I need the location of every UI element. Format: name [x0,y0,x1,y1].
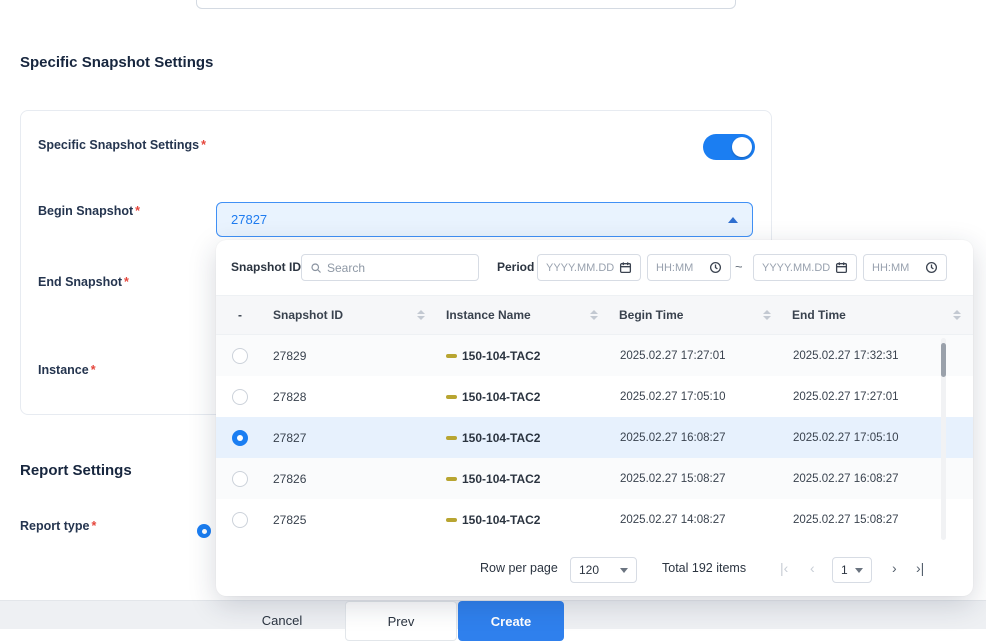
cancel-button[interactable]: Cancel [240,600,324,640]
cell-snapshot-id: 27827 [264,431,437,445]
cell-begin-time: 2025.02.27 16:08:27 [610,432,783,444]
section-title-snapshot: Specific Snapshot Settings [20,54,213,71]
toggle-knob [732,137,752,157]
period-start-time-input[interactable]: HH:MM [647,254,731,281]
required-marker: * [91,363,96,377]
begin-snapshot-select[interactable]: 27827 [216,202,753,237]
row-radio[interactable] [232,389,248,405]
range-separator: ~ [735,259,743,274]
instance-status-icon [446,518,457,522]
period-end-time-input[interactable]: HH:MM [863,254,947,281]
sort-icon[interactable] [953,310,961,320]
cell-begin-time: 2025.02.27 17:05:10 [610,391,783,403]
section-title-report: Report Settings [20,462,132,479]
chevron-down-icon [855,568,863,573]
search-icon [310,262,322,274]
row-radio[interactable] [232,512,248,528]
pagination-first-icon[interactable]: |‹ [780,558,788,578]
cell-instance-name: 150-104-TAC2 [437,349,610,363]
begin-snapshot-value: 27827 [231,212,267,227]
table-row[interactable]: 27829 150-104-TAC2 2025.02.27 17:27:01 2… [216,335,973,376]
period-end-date-input[interactable]: YYYY.MM.DD [753,254,857,281]
col-header-radio: - [216,308,264,322]
required-marker: * [124,275,129,289]
total-items-label: Total 192 items [662,561,746,575]
clock-icon [925,261,938,274]
specific-snapshot-toggle[interactable] [703,134,755,160]
clock-icon [709,261,722,274]
row-radio[interactable] [232,348,248,364]
cell-instance-name: 150-104-TAC2 [437,513,610,527]
instance-status-icon [446,477,457,481]
row-per-page-select[interactable]: 120 [570,557,637,583]
sort-icon[interactable] [590,310,598,320]
page-number-select[interactable]: 1 [832,557,872,583]
chevron-up-icon [728,217,738,223]
col-header-instance-name[interactable]: Instance Name [437,308,610,322]
cell-snapshot-id: 27828 [264,390,437,404]
instance-status-icon [446,395,457,399]
report-type-label: Report type* [20,519,96,533]
end-snapshot-label: End Snapshot* [38,275,129,289]
col-header-end-time[interactable]: End Time [783,308,973,322]
table-header: - Snapshot ID Instance Name Begin Time E… [216,295,973,335]
end-time-placeholder: HH:MM [872,262,909,274]
cell-snapshot-id: 27825 [264,513,437,527]
prev-button[interactable]: Prev [345,601,457,641]
cell-instance-name: 150-104-TAC2 [437,431,610,445]
cell-instance-name: 150-104-TAC2 [437,472,610,486]
table-row[interactable]: 27825 150-104-TAC2 2025.02.27 14:08:27 2… [216,499,973,540]
search-input[interactable] [327,261,470,275]
pagination-next-icon[interactable]: › [892,558,897,578]
cell-begin-time: 2025.02.27 17:27:01 [610,350,783,362]
start-time-placeholder: HH:MM [656,262,693,274]
calendar-icon [835,261,848,274]
end-date-placeholder: YYYY.MM.DD [762,262,830,274]
pagination-prev-icon[interactable]: ‹ [810,558,815,578]
instance-status-icon [446,354,457,358]
start-date-placeholder: YYYY.MM.DD [546,262,614,274]
period-start-date-input[interactable]: YYYY.MM.DD [537,254,641,281]
sort-icon[interactable] [417,310,425,320]
snapshot-id-filter-label: Snapshot ID [231,260,301,274]
table-row[interactable]: 27828 150-104-TAC2 2025.02.27 17:05:10 2… [216,376,973,417]
top-partial-input[interactable] [196,0,736,9]
table-row-selected[interactable]: 27827 150-104-TAC2 2025.02.27 16:08:27 2… [216,417,973,458]
instance-label: Instance* [38,363,96,377]
cell-begin-time: 2025.02.27 15:08:27 [610,473,783,485]
col-header-begin-time[interactable]: Begin Time [610,308,783,322]
required-marker: * [201,138,206,152]
snapshot-picker-popup: Snapshot ID Period YYYY.MM.DD HH:MM ~ YY… [216,240,973,596]
chevron-down-icon [620,568,628,573]
instance-status-icon [446,436,457,440]
col-header-snapshot-id[interactable]: Snapshot ID [264,308,437,322]
table-body: 27829 150-104-TAC2 2025.02.27 17:27:01 2… [216,335,973,540]
create-button[interactable]: Create [458,601,564,641]
calendar-icon [619,261,632,274]
snapshot-search-box[interactable] [301,254,479,281]
report-type-radio[interactable] [197,524,211,538]
sort-icon[interactable] [763,310,771,320]
row-radio[interactable] [232,471,248,487]
toggle-field-label: Specific Snapshot Settings* [38,138,206,152]
pagination-last-icon[interactable]: ›| [916,558,924,578]
table-scrollbar-thumb[interactable] [941,343,946,377]
row-per-page-label: Row per page [480,561,558,575]
row-radio-checked[interactable] [232,430,248,446]
begin-snapshot-label: Begin Snapshot* [38,204,140,218]
cell-instance-name: 150-104-TAC2 [437,390,610,404]
cell-begin-time: 2025.02.27 14:08:27 [610,514,783,526]
table-row[interactable]: 27826 150-104-TAC2 2025.02.27 15:08:27 2… [216,458,973,499]
cell-snapshot-id: 27829 [264,349,437,363]
period-filter-label: Period [497,260,534,274]
required-marker: * [135,204,140,218]
required-marker: * [91,519,96,533]
cell-snapshot-id: 27826 [264,472,437,486]
